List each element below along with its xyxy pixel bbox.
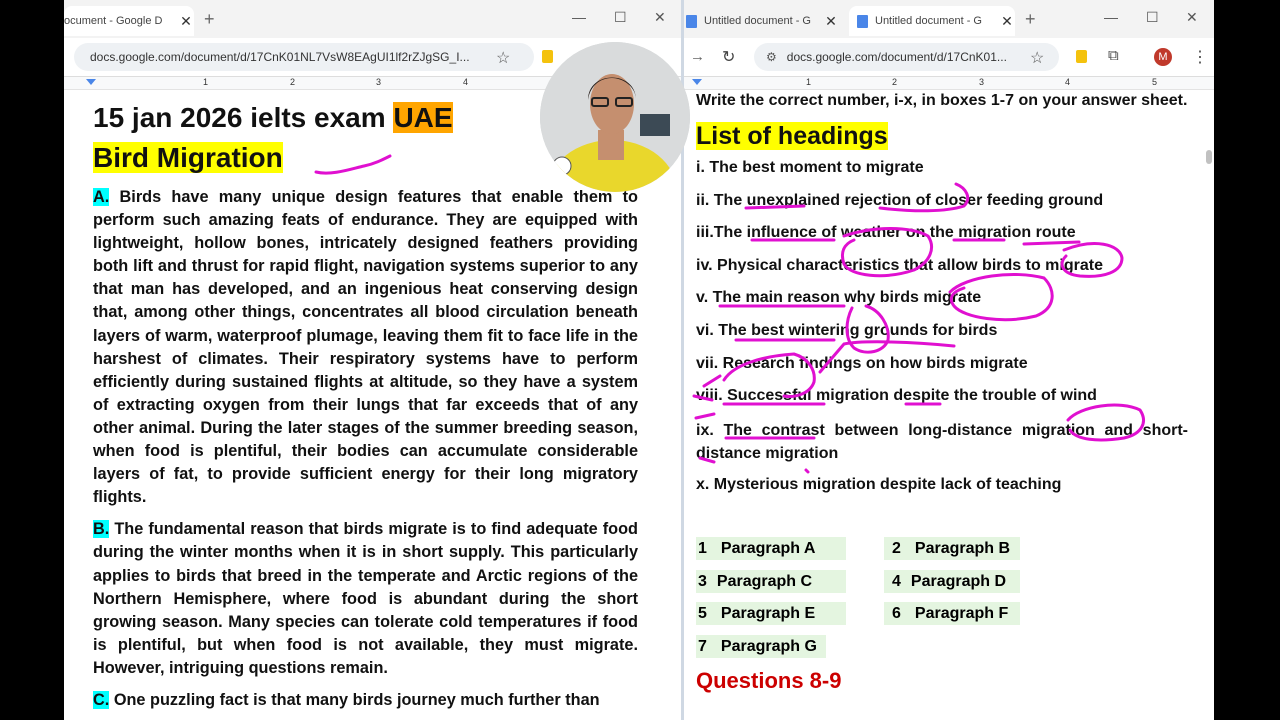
right-tab-1[interactable]: Untitled document - G ✕ [684,6,839,36]
paragraph-c-label: C. [93,690,110,709]
right-browser-window: Untitled document - G ✕ Untitled documen… [684,0,1214,720]
star-icon[interactable]: ☆ [496,48,510,68]
paragraph-b: B. The fundamental reason that birds mig… [93,520,638,677]
left-document[interactable]: 15 jan 2026 ielts exam UAE Bird Migratio… [93,92,638,712]
profile-avatar[interactable]: M [1154,48,1172,66]
address-bar[interactable]: ⚙ docs.google.com/document/d/17CnK01... [754,43,1059,71]
instruction-text: Write the correct number, i-x, in boxes … [696,92,1188,109]
site-info-icon[interactable]: ⚙ [766,50,777,64]
answer-row[interactable]: 6 Paragraph F [884,602,1020,625]
answer-row[interactable]: 7 Paragraph G [696,635,826,658]
docs-icon [857,14,868,28]
url-text: docs.google.com/document/d/17CnK01... [786,50,1007,64]
paragraph-c: C. One puzzling fact is that many birds … [93,690,600,709]
uae-highlight: UAE [393,102,453,133]
minimize-icon[interactable]: — [1104,9,1118,25]
back-icon[interactable]: → [690,48,705,65]
maximize-icon[interactable]: ☐ [1146,9,1159,26]
address-bar[interactable]: docs.google.com/document/d/17CnK01NL7VsW… [74,43,534,71]
answer-row[interactable]: 1 Paragraph A [696,537,846,560]
star-icon[interactable]: ☆ [1030,48,1044,68]
close-window-icon[interactable]: ✕ [654,9,666,26]
close-icon[interactable]: ✕ [823,13,839,30]
paragraph-b-label: B. [93,520,110,539]
webcam-overlay [540,42,690,192]
close-window-icon[interactable]: ✕ [1186,9,1198,26]
left-active-tab[interactable]: ocument - Google D ✕ [64,6,194,36]
new-tab-icon[interactable]: + [1025,9,1036,30]
heading-item: x. Mysterious migration despite lack of … [696,475,1062,493]
puzzle-icon[interactable]: ⧉ [1108,47,1119,64]
heading-item: viii. Successful migration despite the t… [696,387,1097,405]
new-tab-icon[interactable]: + [204,9,215,30]
menu-icon[interactable]: ⋮ [1192,47,1208,67]
paragraph-a: A. Birds have many unique design feature… [93,188,638,507]
answer-row[interactable]: 4 Paragraph D [884,570,1020,593]
docs-icon [686,14,697,28]
headings-title: List of headings [696,122,888,150]
heading-item: v. The main reason why birds migrate [696,289,982,307]
url-text: docs.google.com/document/d/17CnK01NL7VsW… [90,50,470,64]
answer-row[interactable]: 3 Paragraph C [696,570,846,593]
questions-title: Questions 8-9 [696,668,842,693]
right-tab-2-active[interactable]: Untitled document - G ✕ [849,6,1015,36]
close-icon[interactable]: ✕ [178,13,194,30]
left-tab-strip: ocument - Google D ✕ + — ☐ ✕ [64,0,681,38]
heading-item: ii. The unexplained rejection of closer … [696,191,1104,209]
tab-title: ocument - Google D [64,15,163,27]
answer-row[interactable]: 2 Paragraph B [884,537,1020,560]
right-ruler: 1 2 3 4 5 [684,77,1214,90]
maximize-icon[interactable]: ☐ [614,9,627,26]
extension-icon[interactable] [542,50,553,63]
right-navbar: → ↻ ⚙ docs.google.com/document/d/17CnK01… [684,38,1214,77]
right-tab-strip: Untitled document - G ✕ Untitled documen… [684,0,1214,38]
right-document[interactable]: Write the correct number, i-x, in boxes … [696,90,1188,507]
heading-item: i. The best moment to migrate [696,159,924,176]
heading-item: iv. Physical characteristics that allow … [696,256,1103,274]
close-icon[interactable]: ✕ [999,13,1015,30]
minimize-icon[interactable]: — [572,9,586,25]
presenter-image [540,42,690,192]
extension-icon[interactable] [1076,50,1087,63]
heading-item: vi. The best wintering grounds for birds [696,321,998,339]
answer-row[interactable]: 5 Paragraph E [696,602,846,625]
heading-item: vii. Research findings on how birds migr… [696,354,1028,372]
scrollbar[interactable] [1206,150,1212,164]
reload-icon[interactable]: ↻ [722,47,735,67]
paragraph-a-label: A. [93,188,110,206]
heading-item: ix. The contrast between long-distance m… [696,421,1188,462]
heading-item: iii.The influence of weather on the migr… [696,224,1076,242]
